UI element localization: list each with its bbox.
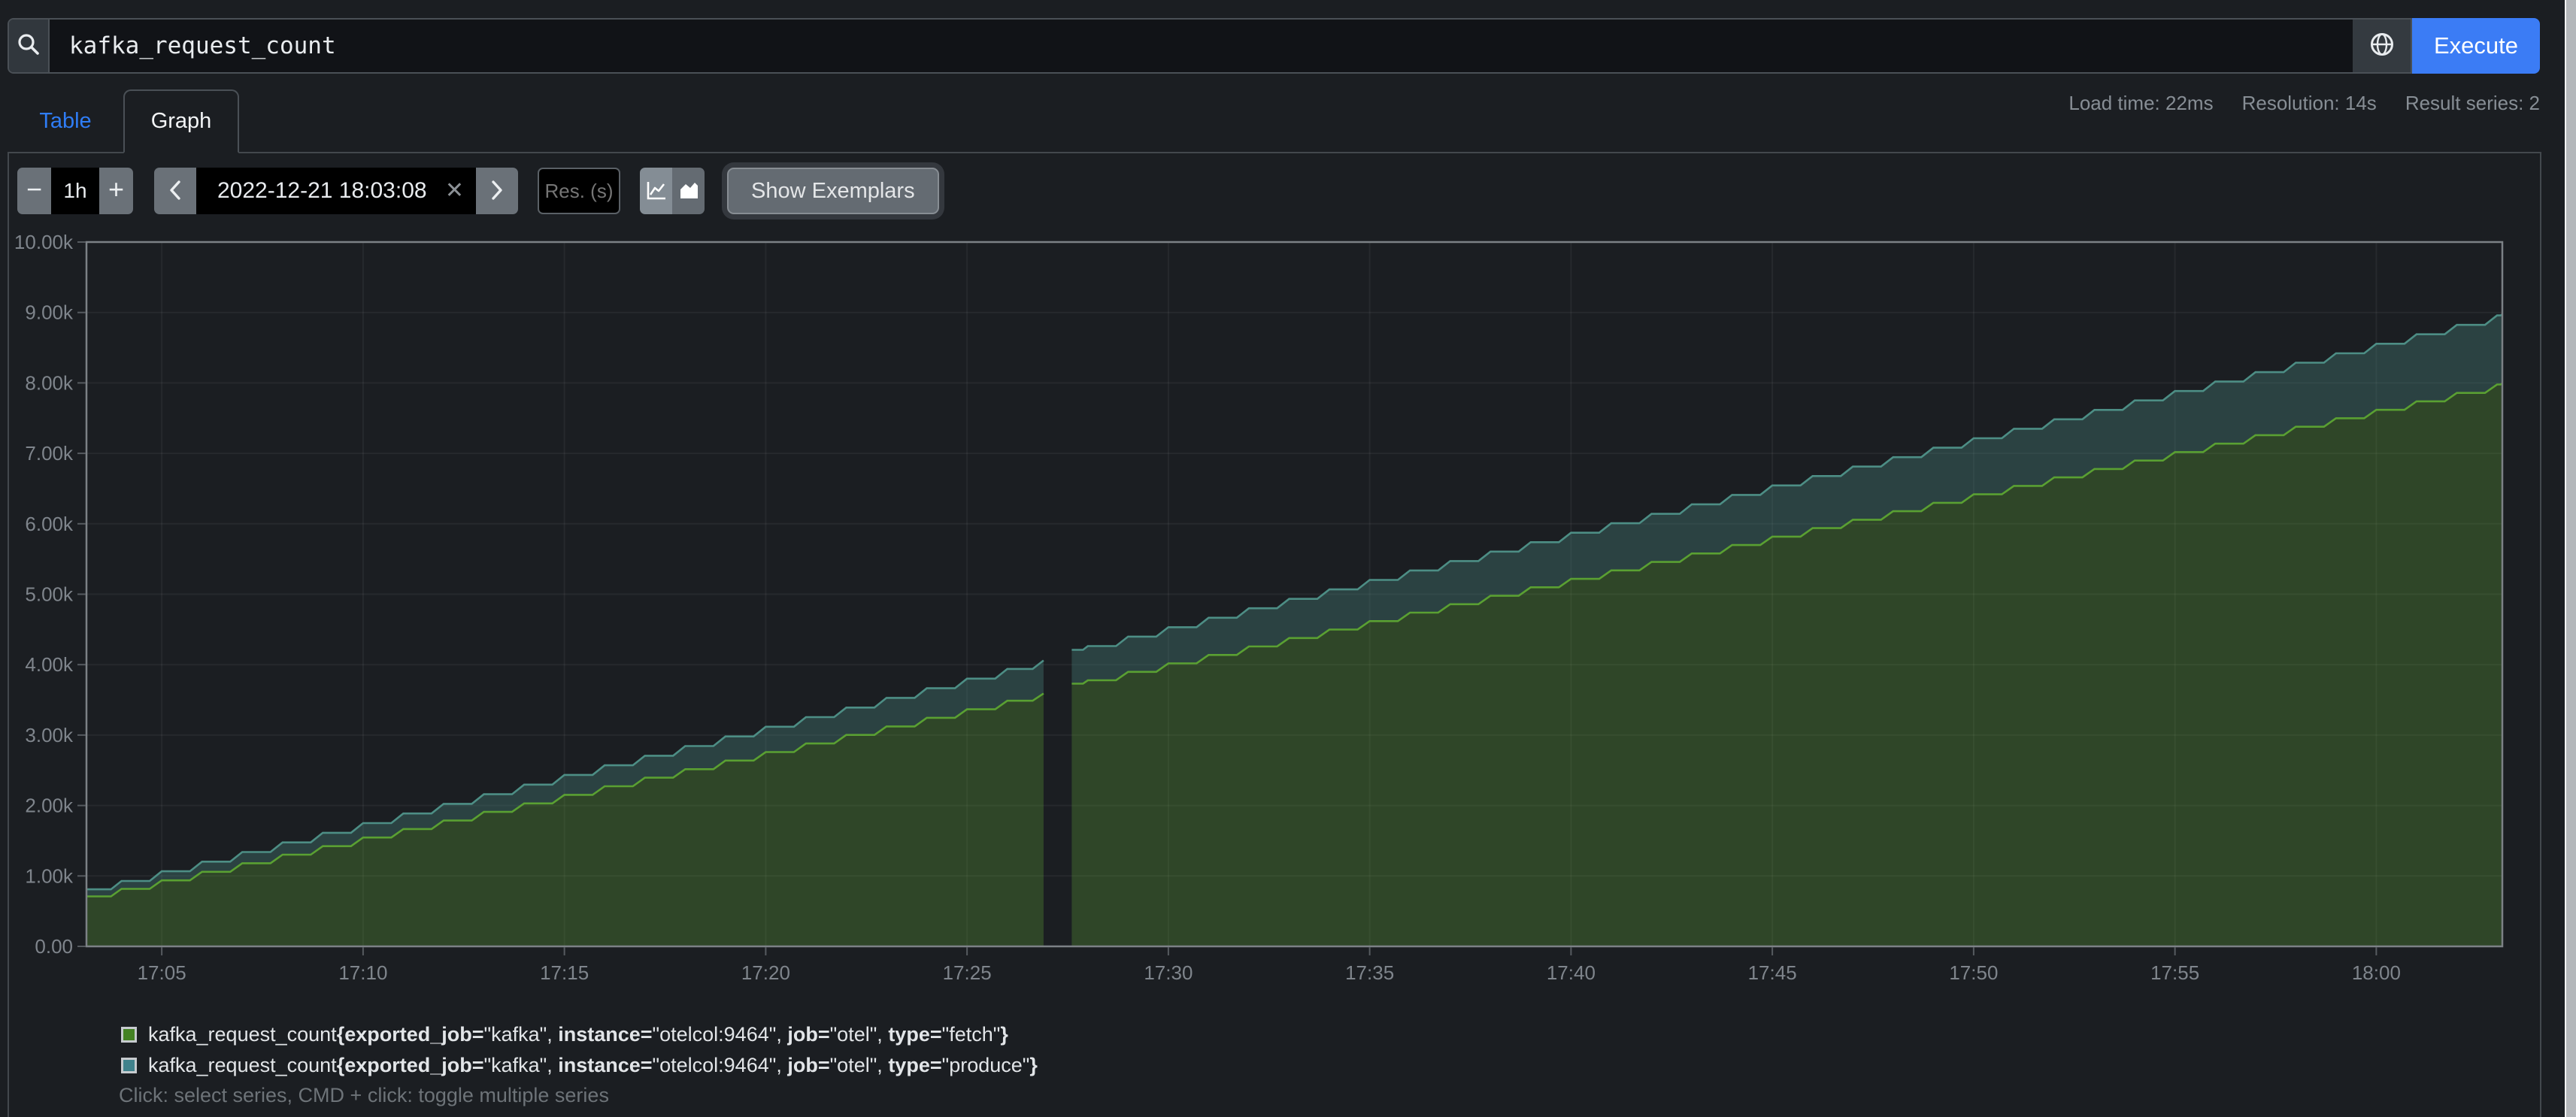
svg-text:10.00k: 10.00k bbox=[14, 231, 74, 253]
result-series: Result series: 2 bbox=[2405, 92, 2540, 115]
svg-text:4.00k: 4.00k bbox=[25, 653, 74, 676]
graph-controls: − + ✕ bbox=[17, 168, 939, 214]
datetime-group: ✕ bbox=[154, 168, 518, 214]
time-globe-button[interactable] bbox=[2353, 18, 2412, 74]
svg-text:0.00: 0.00 bbox=[35, 935, 73, 958]
legend-series-label: kafka_request_count{exported_job="kafka"… bbox=[148, 1023, 1008, 1046]
resolution: Resolution: 14s bbox=[2242, 92, 2377, 115]
svg-text:9.00k: 9.00k bbox=[25, 301, 74, 324]
query-input[interactable] bbox=[50, 20, 2353, 72]
svg-text:17:15: 17:15 bbox=[540, 961, 589, 984]
svg-text:17:10: 17:10 bbox=[338, 961, 387, 984]
legend-hint: Click: select series, CMD + click: toggl… bbox=[119, 1084, 609, 1107]
stacked-chart-icon bbox=[677, 179, 700, 204]
svg-text:17:05: 17:05 bbox=[138, 961, 186, 984]
page-scrollbar-track bbox=[2565, 0, 2576, 1117]
execute-button[interactable]: Execute bbox=[2412, 18, 2540, 74]
globe-icon bbox=[2368, 30, 2396, 62]
svg-text:17:35: 17:35 bbox=[1345, 961, 1394, 984]
search-icon bbox=[16, 32, 41, 61]
datetime-input[interactable] bbox=[196, 178, 476, 204]
svg-text:6.00k: 6.00k bbox=[25, 513, 74, 535]
chevron-right-icon bbox=[488, 178, 506, 204]
query-bar: Execute bbox=[8, 18, 2540, 74]
legend-item[interactable]: kafka_request_count{exported_job="kafka"… bbox=[121, 1050, 1038, 1081]
svg-text:7.00k: 7.00k bbox=[25, 442, 74, 465]
clear-datetime-icon[interactable]: ✕ bbox=[445, 180, 464, 202]
graph-canvas[interactable]: 0.00 1.00k 2.00k 3.00k 4.00k 5.00k 6.00k 7.00k 8… bbox=[0, 226, 2576, 1007]
legend-swatch bbox=[121, 1027, 137, 1043]
legend-series-label: kafka_request_count{exported_job="kafka"… bbox=[148, 1054, 1038, 1077]
svg-text:17:50: 17:50 bbox=[1949, 961, 1998, 984]
query-input-group bbox=[8, 18, 2353, 74]
svg-text:8.00k: 8.00k bbox=[25, 371, 74, 394]
graph-legend: kafka_request_count{exported_job="kafka"… bbox=[121, 1019, 1038, 1081]
search-addon bbox=[9, 20, 50, 72]
load-time: Load time: 22ms bbox=[2068, 92, 2213, 115]
increase-range-button[interactable]: + bbox=[99, 168, 133, 214]
show-exemplars-button[interactable]: Show Exemplars bbox=[727, 168, 939, 214]
svg-text:2.00k: 2.00k bbox=[25, 795, 74, 817]
range-input[interactable] bbox=[51, 168, 99, 214]
tab-graph[interactable]: Graph bbox=[123, 89, 239, 153]
svg-text:17:30: 17:30 bbox=[1144, 961, 1193, 984]
page-scrollbar-thumb[interactable] bbox=[2566, 0, 2576, 1117]
svg-text:18:00: 18:00 bbox=[2352, 961, 2401, 984]
query-stats: Load time: 22ms Resolution: 14s Result s… bbox=[2068, 92, 2540, 115]
time-forward-button[interactable] bbox=[476, 168, 518, 214]
tab-table[interactable]: Table bbox=[8, 89, 123, 153]
panel-tabs: Table Graph bbox=[8, 89, 239, 153]
resolution-input[interactable] bbox=[538, 168, 620, 214]
svg-text:17:45: 17:45 bbox=[1748, 961, 1797, 984]
decrease-range-button[interactable]: − bbox=[17, 168, 51, 214]
duration-group: − + bbox=[17, 168, 133, 214]
svg-text:3.00k: 3.00k bbox=[25, 724, 74, 746]
chevron-left-icon bbox=[166, 178, 184, 204]
stacked-chart-button[interactable] bbox=[672, 168, 705, 214]
svg-text:1.00k: 1.00k bbox=[25, 864, 74, 887]
legend-item[interactable]: kafka_request_count{exported_job="kafka"… bbox=[121, 1019, 1038, 1050]
chart-type-toggle bbox=[640, 168, 705, 214]
svg-text:17:20: 17:20 bbox=[741, 961, 790, 984]
svg-text:17:40: 17:40 bbox=[1547, 961, 1596, 984]
svg-text:17:25: 17:25 bbox=[943, 961, 992, 984]
svg-text:5.00k: 5.00k bbox=[25, 583, 74, 606]
legend-swatch bbox=[121, 1058, 137, 1073]
line-chart-button[interactable] bbox=[640, 168, 672, 214]
datetime-input-wrap: ✕ bbox=[196, 168, 476, 214]
line-chart-icon bbox=[645, 179, 668, 204]
svg-text:17:55: 17:55 bbox=[2150, 961, 2199, 984]
time-back-button[interactable] bbox=[154, 168, 196, 214]
